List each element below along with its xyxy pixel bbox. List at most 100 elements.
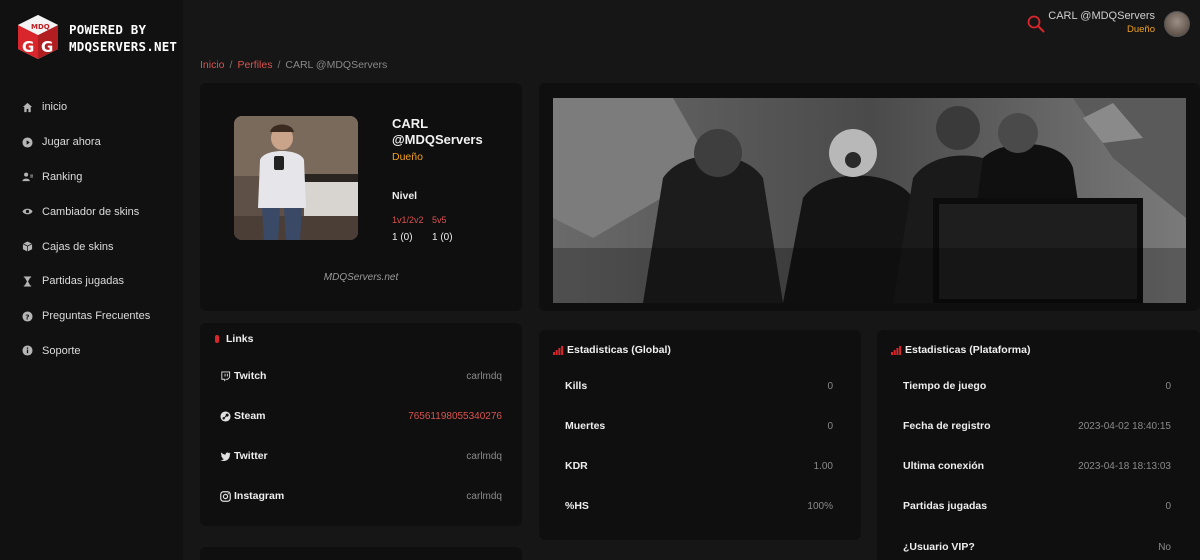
sidebar-nav: inicio Jugar ahora Ranking Cambiador de … <box>0 90 183 368</box>
header-user-role: Dueño <box>1127 24 1155 35</box>
stat-value: 0 <box>827 380 833 392</box>
home-icon <box>21 101 33 113</box>
stat-value: 0 <box>1165 500 1171 512</box>
svg-text:G: G <box>22 38 34 56</box>
breadcrumb-separator: / <box>277 59 281 71</box>
info-icon <box>21 345 33 357</box>
links-title-text: Links <box>226 333 254 345</box>
links-card: Links Twitch carlmdq Steam 7656119805534… <box>200 323 522 526</box>
question-icon: ? <box>21 310 33 322</box>
stats-global-card: Estadisticas (Global) Kills 0 Muertes 0 … <box>539 330 861 540</box>
stat-key: %HS <box>565 500 589 512</box>
stat-row-usuario-vip: ¿Usuario VIP? No <box>903 539 1171 555</box>
stat-value: 0 <box>827 420 833 432</box>
sidebar-item-cambiador-de-skins[interactable]: Cambiador de skins <box>0 194 183 229</box>
link-name: Twitch <box>220 370 266 382</box>
stats-platform-title-text: Estadisticas (Plataforma) <box>905 344 1031 356</box>
banner-card <box>539 83 1200 311</box>
instagram-icon <box>220 490 231 502</box>
breadcrumb-home-link[interactable]: Inicio <box>200 59 225 71</box>
signal-bars-icon <box>891 345 901 355</box>
box-icon <box>21 241 33 253</box>
sidebar-item-preguntas-frecuentes[interactable]: ? Preguntas Frecuentes <box>0 299 183 334</box>
sidebar-item-label: Preguntas Frecuentes <box>42 310 151 323</box>
sidebar-item-label: Jugar ahora <box>42 136 101 149</box>
sidebar-item-cajas-de-skins[interactable]: Cajas de skins <box>0 229 183 264</box>
stat-key: Fecha de registro <box>903 420 991 432</box>
stat-key: Partidas jugadas <box>903 500 988 512</box>
link-name-text: Twitter <box>234 450 268 462</box>
link-row-twitter: Twitter carlmdq <box>220 446 502 466</box>
breadcrumb: Inicio / Perfiles / CARL @MDQServers <box>200 59 387 71</box>
breadcrumb-separator: / <box>229 59 233 71</box>
brand-line-1: POWERED BY <box>69 22 147 37</box>
breadcrumb-section-link[interactable]: Perfiles <box>237 59 272 71</box>
stat-key: KDR <box>565 460 588 472</box>
mdq-gg-cube-logo[interactable]: G G MDQ <box>16 14 60 60</box>
sidebar-item-label: Ranking <box>42 170 83 183</box>
svg-text:MDQ: MDQ <box>31 23 50 31</box>
link-value[interactable]: carlmdq <box>466 371 502 382</box>
sidebar-item-inicio[interactable]: inicio <box>0 90 183 125</box>
link-row-steam: Steam 76561198055340276 <box>220 406 502 426</box>
stats-platform-card: Estadisticas (Plataforma) Tiempo de jueg… <box>877 330 1200 560</box>
stat-value: 1.00 <box>813 460 833 472</box>
sidebar-item-label: Partidas jugadas <box>42 275 124 288</box>
link-name: Steam <box>220 410 266 422</box>
sidebar-item-ranking[interactable]: Ranking <box>0 160 183 195</box>
sidebar-item-label: Cajas de skins <box>42 240 114 253</box>
signal-bars-icon <box>553 345 563 355</box>
twitter-icon <box>220 451 231 461</box>
stat-row-kills: Kills 0 <box>565 378 833 394</box>
stat-key: Tiempo de juego <box>903 380 987 392</box>
stat-key: ¿Usuario VIP? <box>903 541 975 553</box>
stats-global-title-text: Estadisticas (Global) <box>567 344 671 356</box>
profile-footer: MDQServers.net <box>323 272 399 283</box>
svg-text:G: G <box>41 38 53 56</box>
stat-value: 0 <box>1165 380 1171 392</box>
nivel-label: Nivel <box>392 190 418 202</box>
mode-5v5-label: 5v5 <box>432 215 447 225</box>
links-title: Links <box>212 333 253 345</box>
stat-value: No <box>1158 541 1171 553</box>
stat-key: Ultima conexión <box>903 460 985 472</box>
link-name: Instagram <box>220 490 284 502</box>
header-user-name[interactable]: CARL @MDQServers <box>1048 10 1155 22</box>
sidebar-item-label: Soporte <box>42 344 81 357</box>
users-icon <box>21 171 33 183</box>
stat-row-tiempo-de-juego: Tiempo de juego 0 <box>903 378 1171 394</box>
eye-icon <box>21 206 33 218</box>
profile-card: CARL @MDQServers Dueño Nivel 1v1/2v2 5v5… <box>200 83 522 311</box>
sidebar-item-soporte[interactable]: Soporte <box>0 334 183 369</box>
sidebar-item-partidas-jugadas[interactable]: Partidas jugadas <box>0 264 183 299</box>
link-row-twitch: Twitch carlmdq <box>220 366 502 386</box>
profile-photo <box>234 116 358 240</box>
stat-row-ultima-conexion: Ultima conexión 2023-04-18 18:13:03 <box>903 458 1171 474</box>
stat-row-kdr: KDR 1.00 <box>565 458 833 474</box>
link-name-text: Twitch <box>234 370 267 382</box>
team-banner-image <box>553 98 1186 303</box>
profile-role: Dueño <box>392 151 423 163</box>
stat-value: 100% <box>807 500 833 512</box>
sidebar: G G MDQ POWERED BY MDQSERVERS.NET inicio… <box>0 0 183 560</box>
stat-row-fecha-de-registro: Fecha de registro 2023-04-02 18:40:15 <box>903 418 1171 434</box>
steam-icon <box>220 410 231 422</box>
link-name-text: Steam <box>234 410 266 422</box>
twitch-icon <box>221 370 231 382</box>
link-name-text: Instagram <box>234 490 285 502</box>
breadcrumb-current: CARL @MDQServers <box>285 59 388 71</box>
sidebar-item-label: inicio <box>42 101 68 114</box>
link-value[interactable]: carlmdq <box>466 491 502 502</box>
link-value[interactable]: 76561198055340276 <box>408 411 502 422</box>
stat-value: 2023-04-02 18:40:15 <box>1078 420 1171 432</box>
stat-value: 2023-04-18 18:13:03 <box>1078 460 1171 472</box>
mode-5v5-value: 1 (0) <box>432 232 453 243</box>
avatar[interactable] <box>1164 11 1190 37</box>
sidebar-item-jugar-ahora[interactable]: Jugar ahora <box>0 125 183 160</box>
stat-key: Muertes <box>565 420 606 432</box>
search-icon[interactable] <box>1026 14 1046 34</box>
stats-global-title: Estadisticas (Global) <box>553 344 671 356</box>
link-value[interactable]: carlmdq <box>466 451 502 462</box>
sidebar-item-label: Cambiador de skins <box>42 205 140 218</box>
svg-text:?: ? <box>25 312 29 321</box>
